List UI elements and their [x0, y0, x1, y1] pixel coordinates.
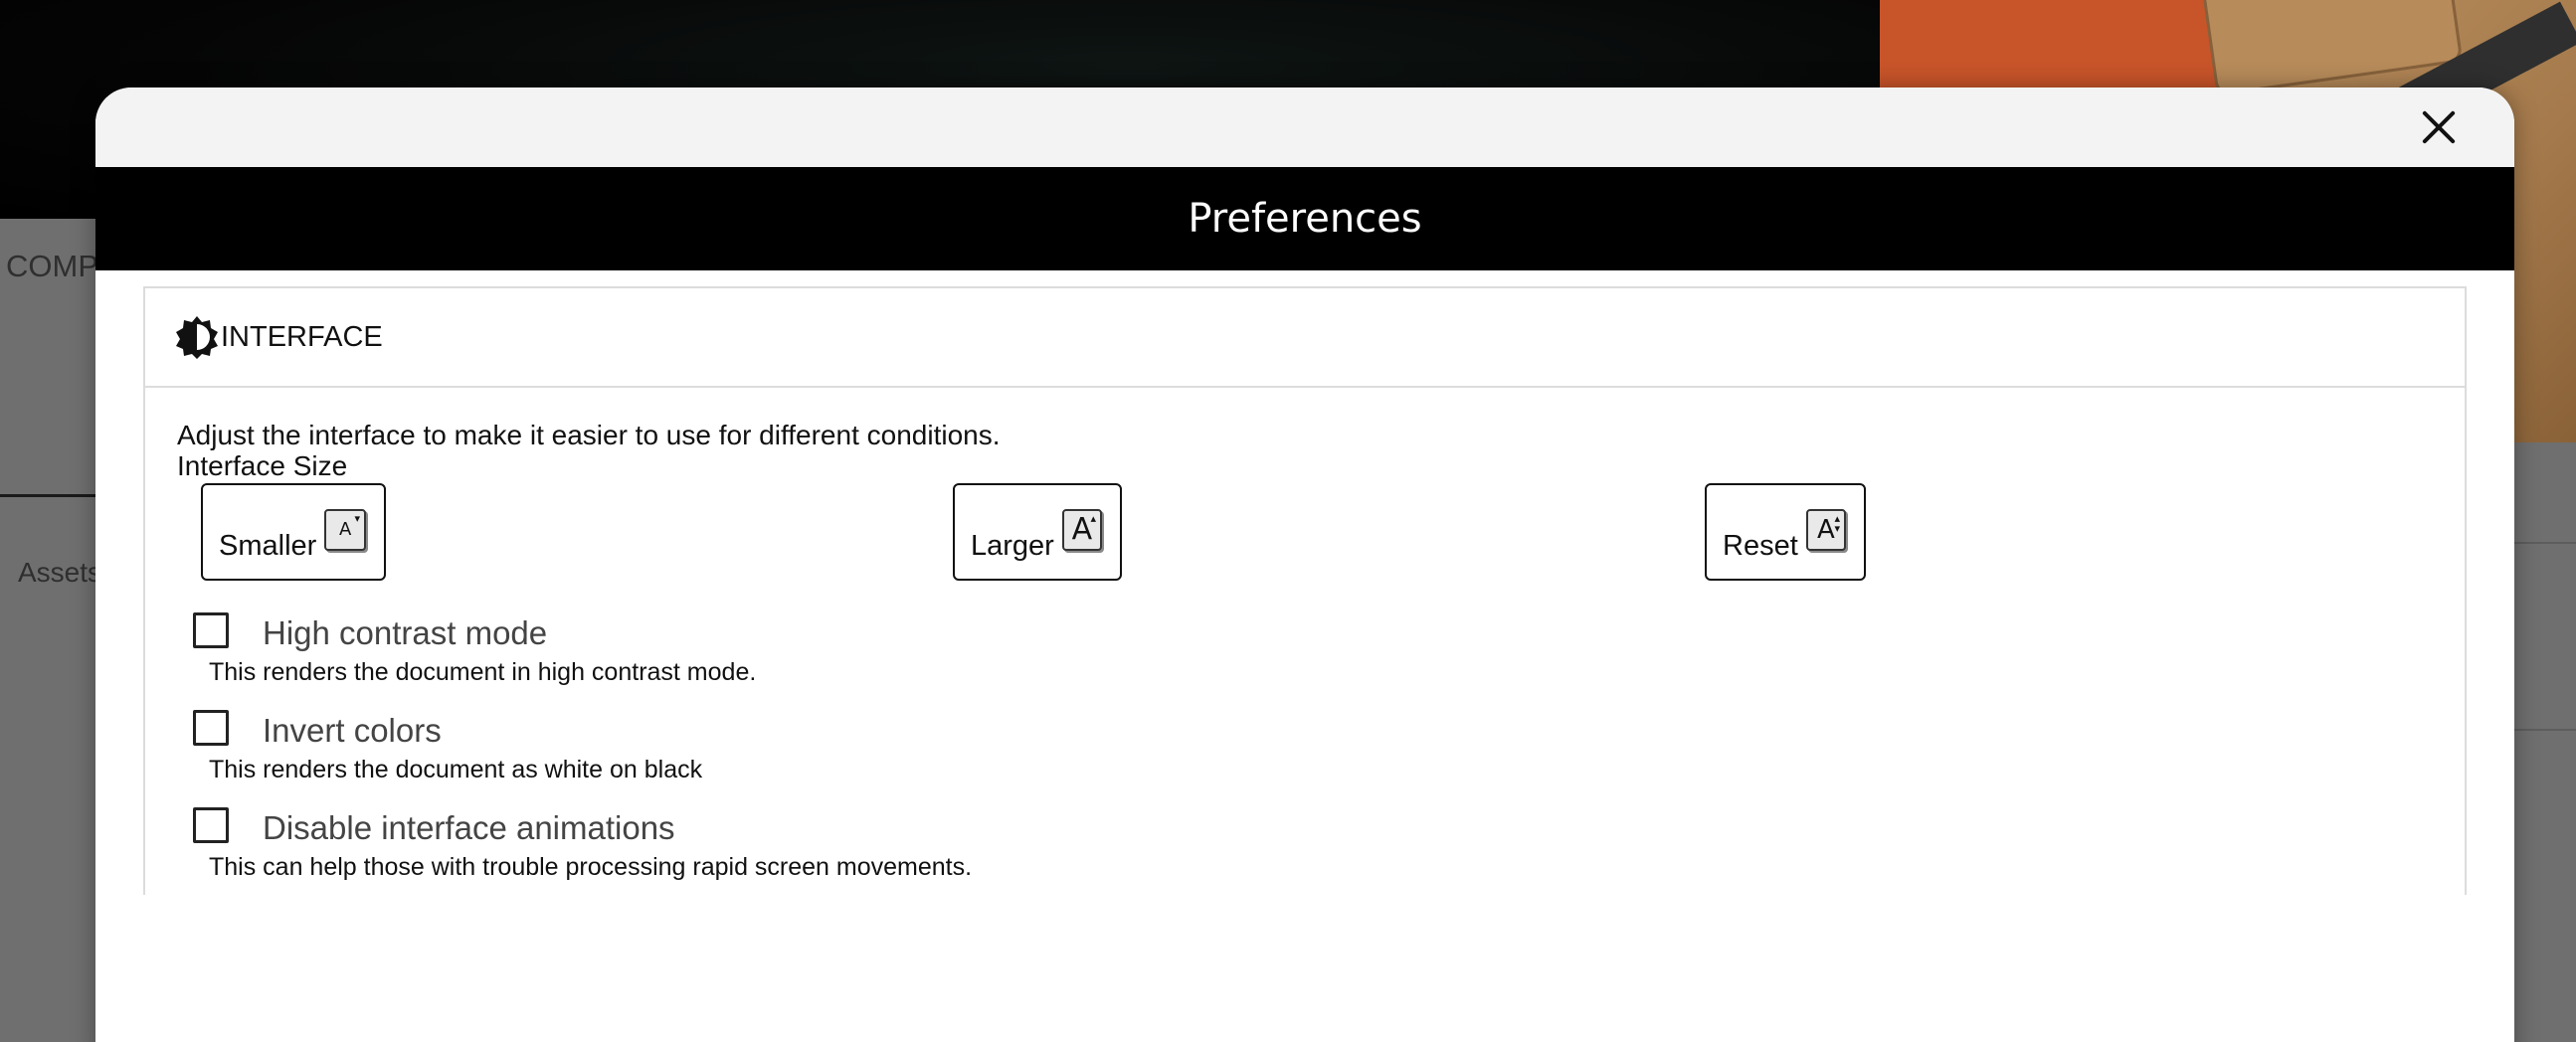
high-contrast-checkbox[interactable]	[193, 612, 229, 648]
invert-colors-option: Invert colors This renders the document …	[193, 706, 702, 784]
dialog-title: Preferences	[1188, 196, 1422, 242]
dialog-header: Preferences	[95, 167, 2514, 270]
disable-animations-checkbox[interactable]	[193, 807, 229, 843]
larger-button-label: Larger	[971, 530, 1054, 562]
close-icon[interactable]	[2417, 105, 2461, 149]
section-title: INTERFACE	[221, 320, 383, 353]
text-smaller-icon: A ▾	[324, 509, 366, 551]
interface-section: INTERFACE Adjust the interface to make i…	[143, 286, 2467, 895]
dialog-top-bar	[95, 87, 2514, 167]
reset-button[interactable]: Reset A ▴ ▾	[1705, 483, 1866, 581]
disable-animations-option: Disable interface animations This can he…	[193, 803, 972, 882]
background-divider	[2506, 729, 2576, 731]
background-tab-assets: Assets	[18, 557, 102, 588]
option-label: High contrast mode	[263, 614, 548, 651]
smaller-button-label: Smaller	[219, 530, 317, 562]
preferences-dialog: Preferences INTERFACE Adjust the interfa…	[95, 87, 2514, 1042]
invert-colors-checkbox[interactable]	[193, 710, 229, 746]
option-label: Disable interface animations	[263, 809, 675, 846]
high-contrast-option: High contrast mode This renders the docu…	[193, 608, 756, 687]
smaller-button[interactable]: Smaller A ▾	[201, 483, 386, 581]
option-hint: This renders the document in high contra…	[209, 658, 757, 686]
option-label: Invert colors	[263, 712, 442, 749]
brightness-contrast-icon	[175, 315, 219, 359]
reset-button-label: Reset	[1723, 530, 1798, 562]
text-larger-icon: A ▴	[1061, 509, 1102, 551]
interface-size-label: Interface Size	[177, 450, 348, 481]
dialog-body: INTERFACE Adjust the interface to make i…	[95, 270, 2514, 895]
text-reset-icon: A ▴ ▾	[1805, 509, 1846, 551]
section-description: Adjust the interface to make it easier t…	[177, 420, 1001, 450]
background-heading: COMP	[6, 249, 98, 283]
larger-button[interactable]: Larger A ▴	[953, 483, 1122, 581]
background-divider	[2506, 542, 2576, 544]
option-hint: This can help those with trouble process…	[209, 853, 973, 881]
option-hint: This renders the document as white on bl…	[209, 756, 703, 783]
interface-section-header: INTERFACE	[145, 288, 2465, 388]
background-right-strip	[2506, 442, 2576, 1042]
